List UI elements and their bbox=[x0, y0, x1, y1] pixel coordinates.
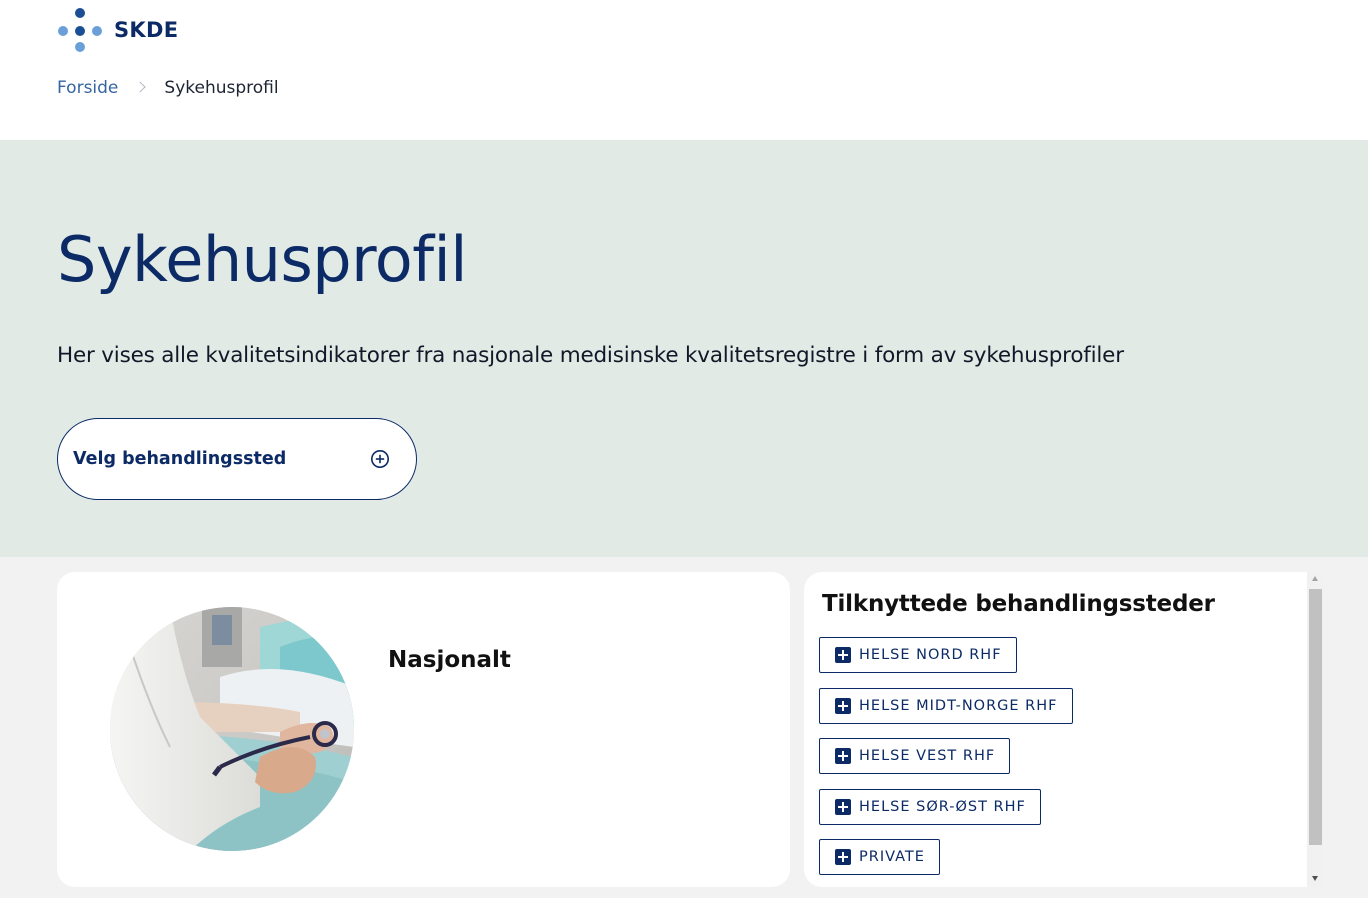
breadcrumb: Forside Sykehusprofil bbox=[57, 78, 279, 98]
scroll-up-arrow-icon[interactable] bbox=[1312, 576, 1318, 581]
profile-name: Nasjonalt bbox=[388, 647, 511, 673]
plus-square-icon bbox=[835, 697, 851, 714]
scrollbar-thumb[interactable] bbox=[1309, 589, 1322, 845]
skde-logo[interactable]: SKDE bbox=[57, 7, 178, 53]
breadcrumb-current: Sykehusprofil bbox=[164, 78, 279, 98]
logo-dots-icon bbox=[57, 7, 103, 53]
plus-square-icon bbox=[835, 647, 851, 663]
unit-label: HELSE NORD RHF bbox=[859, 647, 1002, 663]
unit-button[interactable]: HELSE NORD RHF bbox=[819, 637, 1017, 673]
select-treatment-location-button[interactable]: Velg behandlingssted bbox=[57, 418, 417, 500]
affiliated-units-card: Tilknyttede behandlingssteder HELSE NORD… bbox=[804, 572, 1324, 887]
plus-circle-icon bbox=[371, 450, 389, 468]
plus-square-icon bbox=[835, 798, 851, 815]
scroll-down-arrow-icon[interactable] bbox=[1312, 876, 1318, 881]
profile-card: Nasjonalt bbox=[57, 572, 790, 887]
page-description: Her vises alle kvalitetsindikatorer fra … bbox=[57, 343, 1124, 368]
breadcrumb-home-link[interactable]: Forside bbox=[57, 78, 118, 98]
unit-label: HELSE SØR-ØST RHF bbox=[859, 798, 1026, 815]
unit-button[interactable]: PRIVATE bbox=[819, 839, 940, 875]
units-scrollbar[interactable] bbox=[1307, 572, 1324, 887]
affiliated-units-list: HELSE NORD RHF HELSE MIDT-NORGE RHF HELSE … bbox=[819, 637, 1073, 887]
unit-label: HELSE VEST RHF bbox=[859, 748, 996, 764]
affiliated-units-title: Tilknyttede behandlingssteder bbox=[822, 591, 1215, 617]
hero-section: Sykehusprofil Her vises alle kvalitetsin… bbox=[0, 140, 1368, 557]
unit-button[interactable]: HELSE SØR-ØST RHF bbox=[819, 788, 1041, 825]
plus-square-icon bbox=[835, 849, 851, 865]
unit-button[interactable]: HELSE VEST RHF bbox=[819, 738, 1011, 774]
page-title: Sykehusprofil bbox=[57, 223, 467, 296]
select-treatment-location-label: Velg behandlingssted bbox=[73, 449, 287, 469]
doctor-patient-photo bbox=[110, 607, 354, 851]
profile-content: Nasjonalt Tilknyttede behandlingssteder … bbox=[0, 557, 1368, 898]
chevron-right-icon bbox=[134, 78, 146, 98]
brand-name: SKDE bbox=[114, 18, 179, 42]
unit-label: HELSE MIDT-NORGE RHF bbox=[859, 697, 1058, 714]
site-header: SKDE Forside Sykehusprofil bbox=[0, 0, 1368, 140]
unit-label: PRIVATE bbox=[859, 849, 925, 865]
plus-square-icon bbox=[835, 748, 851, 764]
unit-button[interactable]: HELSE MIDT-NORGE RHF bbox=[819, 687, 1073, 724]
